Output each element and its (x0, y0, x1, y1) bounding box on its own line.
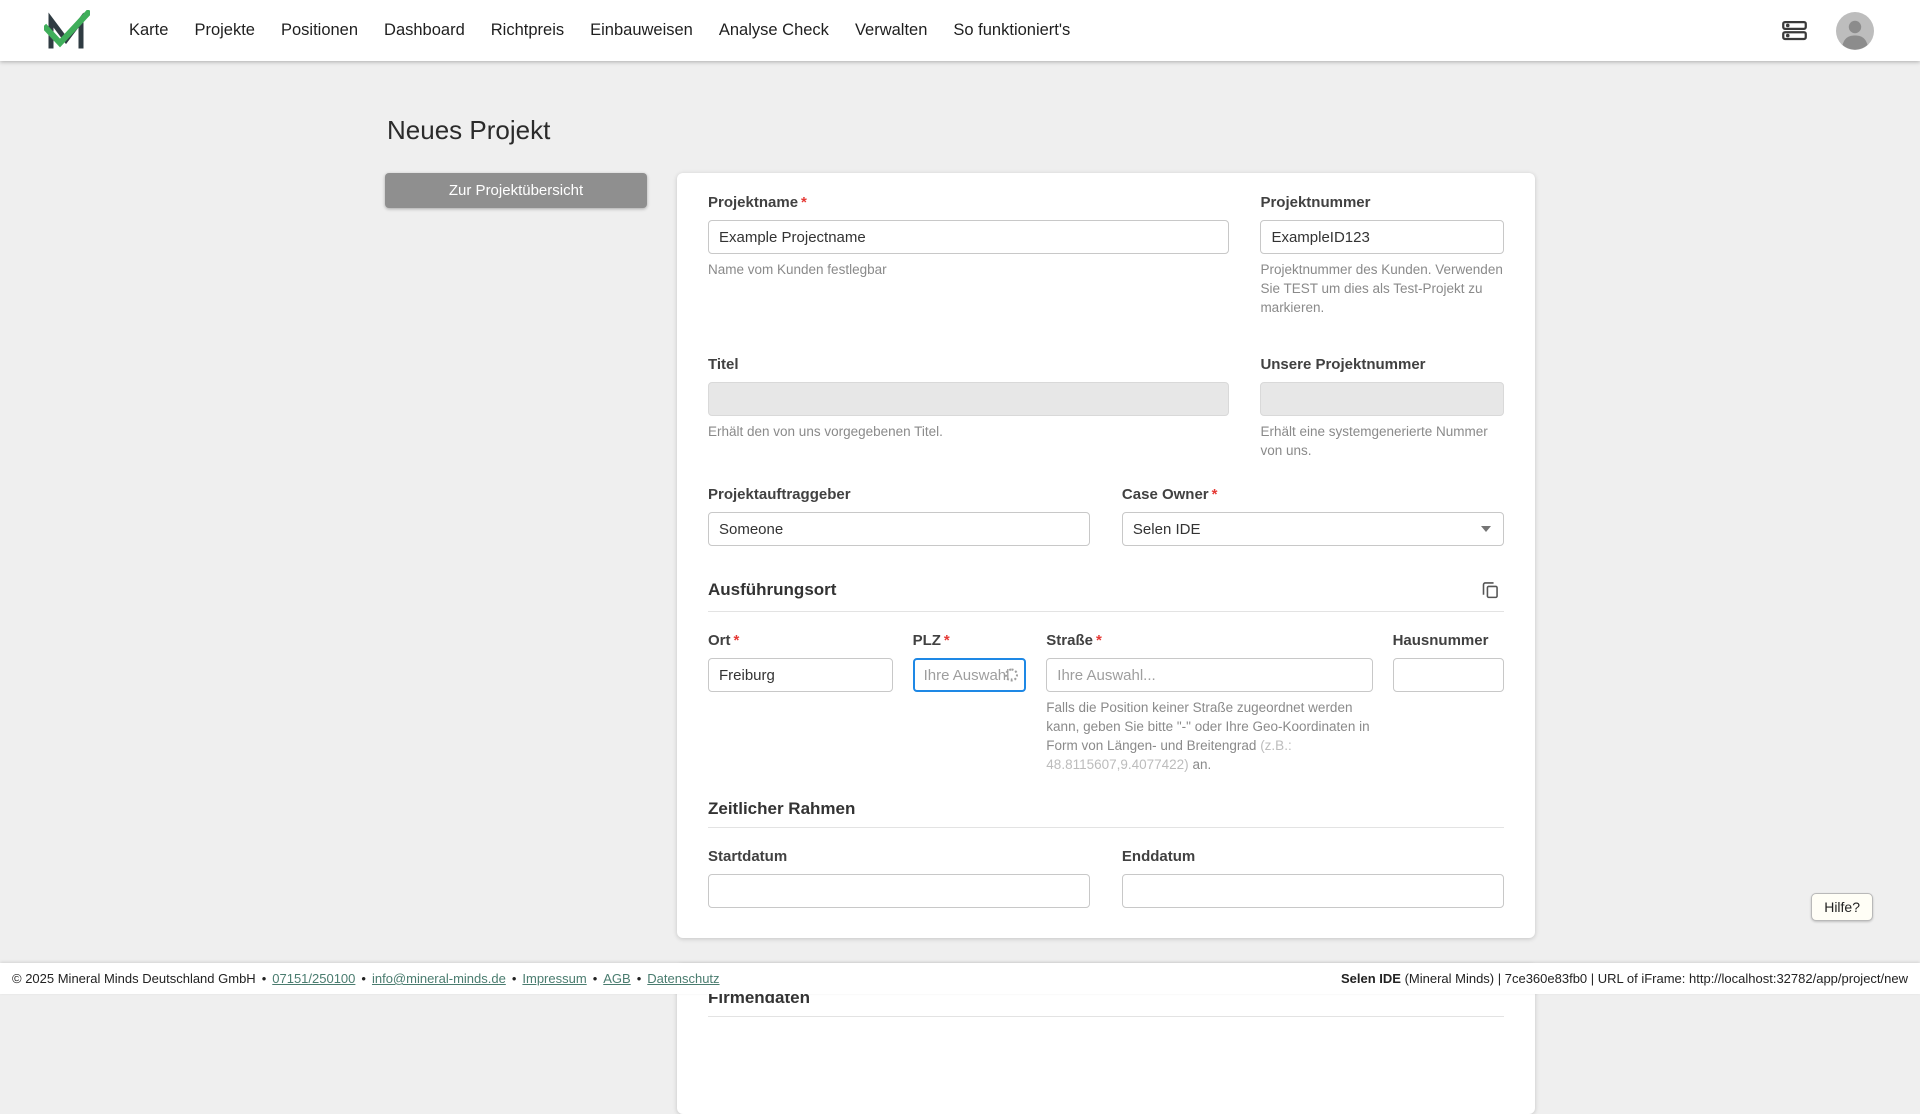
case-owner-value: Selen IDE (1133, 521, 1201, 538)
required-marker: * (944, 632, 950, 649)
projektnummer-input[interactable] (1260, 220, 1504, 254)
required-marker: * (801, 194, 807, 211)
field-startdatum: Startdatum (708, 848, 1090, 908)
projektname-label: Projektname* (708, 194, 1229, 211)
unsere-projektnummer-input (1260, 382, 1504, 416)
ort-input[interactable] (708, 658, 893, 692)
field-projektauftraggeber: Projektauftraggeber (708, 486, 1090, 546)
strasse-label: Straße* (1046, 632, 1372, 649)
projektauftraggeber-label: Projektauftraggeber (708, 486, 1090, 503)
topnav-right-actions (1779, 10, 1876, 52)
field-titel: Titel Erhält den von uns vorgegebenen Ti… (708, 356, 1229, 442)
required-marker: * (1212, 486, 1218, 503)
required-marker: * (1096, 632, 1102, 649)
main-nav: Karte Projekte Positionen Dashboard Rich… (116, 13, 1083, 48)
field-unsere-projektnummer: Unsere Projektnummer Erhält eine systemg… (1260, 356, 1504, 461)
field-hausnummer: Hausnummer (1393, 632, 1504, 692)
copy-icon[interactable] (1477, 576, 1504, 603)
titel-helper: Erhält den von uns vorgegebenen Titel. (708, 423, 1229, 442)
projektnummer-label: Projektnummer (1260, 194, 1504, 211)
zeitlicher-rahmen-heading: Zeitlicher Rahmen (708, 799, 855, 819)
footer-session-user: Selen IDE (1341, 971, 1401, 986)
nav-item-dashboard[interactable]: Dashboard (371, 13, 478, 48)
nav-item-verwalten[interactable]: Verwalten (842, 13, 940, 48)
strasse-helper: Falls die Position keiner Straße zugeord… (1046, 699, 1372, 775)
nav-item-positionen[interactable]: Positionen (268, 13, 371, 48)
case-owner-label: Case Owner* (1122, 486, 1504, 503)
page-title: Neues Projekt (387, 115, 1535, 146)
footer-link-email[interactable]: info@mineral-minds.de (372, 971, 506, 986)
footer-link-datenschutz[interactable]: Datenschutz (647, 971, 719, 986)
zeitlicher-rahmen-divider (708, 827, 1504, 828)
nav-item-analyse-check[interactable]: Analyse Check (706, 13, 842, 48)
hausnummer-input[interactable] (1393, 658, 1504, 692)
left-action-column: Zur Projektübersicht (385, 173, 677, 208)
nav-item-karte[interactable]: Karte (116, 13, 181, 48)
field-ort: Ort* (708, 632, 893, 692)
ausfuehrungsort-divider (708, 611, 1504, 612)
enddatum-label: Enddatum (1122, 848, 1504, 865)
unsere-projektnummer-helper: Erhält eine systemgenerierte Nummer von … (1260, 423, 1504, 461)
nav-item-einbauweisen[interactable]: Einbauweisen (577, 13, 706, 48)
footer-session-details: (Mineral Minds) | 7ce360e83fb0 | URL of … (1401, 971, 1908, 986)
required-marker: * (734, 632, 740, 649)
titel-input (708, 382, 1229, 416)
footer-link-impressum[interactable]: Impressum (522, 971, 586, 986)
ausfuehrungsort-heading: Ausführungsort (708, 580, 836, 600)
field-strasse: Straße* Falls die Position keiner Straße… (1046, 632, 1372, 775)
case-owner-select[interactable]: Selen IDE (1122, 512, 1504, 546)
nav-item-so-funktionierts[interactable]: So funktioniert's (940, 13, 1083, 48)
loading-spinner-icon (1005, 669, 1018, 682)
nav-item-projekte[interactable]: Projekte (181, 13, 268, 48)
footer-link-agb[interactable]: AGB (603, 971, 630, 986)
project-form-card: Projektname* Name vom Kunden festlegbar … (677, 173, 1535, 938)
server-icon[interactable] (1779, 15, 1810, 46)
startdatum-input[interactable] (708, 874, 1090, 908)
user-avatar-icon[interactable] (1834, 10, 1876, 52)
nav-item-richtpreis[interactable]: Richtpreis (478, 13, 577, 48)
top-navigation: Karte Projekte Positionen Dashboard Rich… (0, 0, 1920, 61)
footer-left: © 2025 Mineral Minds Deutschland GmbH • … (12, 971, 720, 986)
projektauftraggeber-input[interactable] (708, 512, 1090, 546)
ort-label: Ort* (708, 632, 893, 649)
app-footer: © 2025 Mineral Minds Deutschland GmbH • … (0, 963, 1920, 994)
firmendaten-divider (708, 1016, 1504, 1017)
field-enddatum: Enddatum (1122, 848, 1504, 908)
mineral-minds-logo[interactable] (44, 10, 90, 52)
enddatum-input[interactable] (1122, 874, 1504, 908)
hilfe-button[interactable]: Hilfe? (1811, 893, 1873, 921)
field-plz: PLZ* (913, 632, 1027, 692)
footer-link-phone[interactable]: 07151/250100 (272, 971, 355, 986)
projektname-input[interactable] (708, 220, 1229, 254)
unsere-projektnummer-label: Unsere Projektnummer (1260, 356, 1504, 373)
field-projektname: Projektname* Name vom Kunden festlegbar (708, 194, 1229, 280)
caret-down-icon (1481, 526, 1491, 532)
main-content: Neues Projekt Zur Projektübersicht Proje… (385, 61, 1535, 1114)
field-projektnummer: Projektnummer Projektnummer des Kunden. … (1260, 194, 1504, 318)
footer-session-info: Selen IDE (Mineral Minds) | 7ce360e83fb0… (1341, 971, 1908, 986)
titel-label: Titel (708, 356, 1229, 373)
plz-label: PLZ* (913, 632, 1027, 649)
footer-copyright: © 2025 Mineral Minds Deutschland GmbH (12, 971, 256, 986)
projektnummer-helper: Projektnummer des Kunden. Verwenden Sie … (1260, 261, 1504, 318)
strasse-input[interactable] (1046, 658, 1372, 692)
hausnummer-label: Hausnummer (1393, 632, 1504, 649)
projektname-helper: Name vom Kunden festlegbar (708, 261, 1229, 280)
startdatum-label: Startdatum (708, 848, 1090, 865)
zur-projektuebersicht-button[interactable]: Zur Projektübersicht (385, 173, 647, 208)
field-case-owner: Case Owner* Selen IDE (1122, 486, 1504, 546)
